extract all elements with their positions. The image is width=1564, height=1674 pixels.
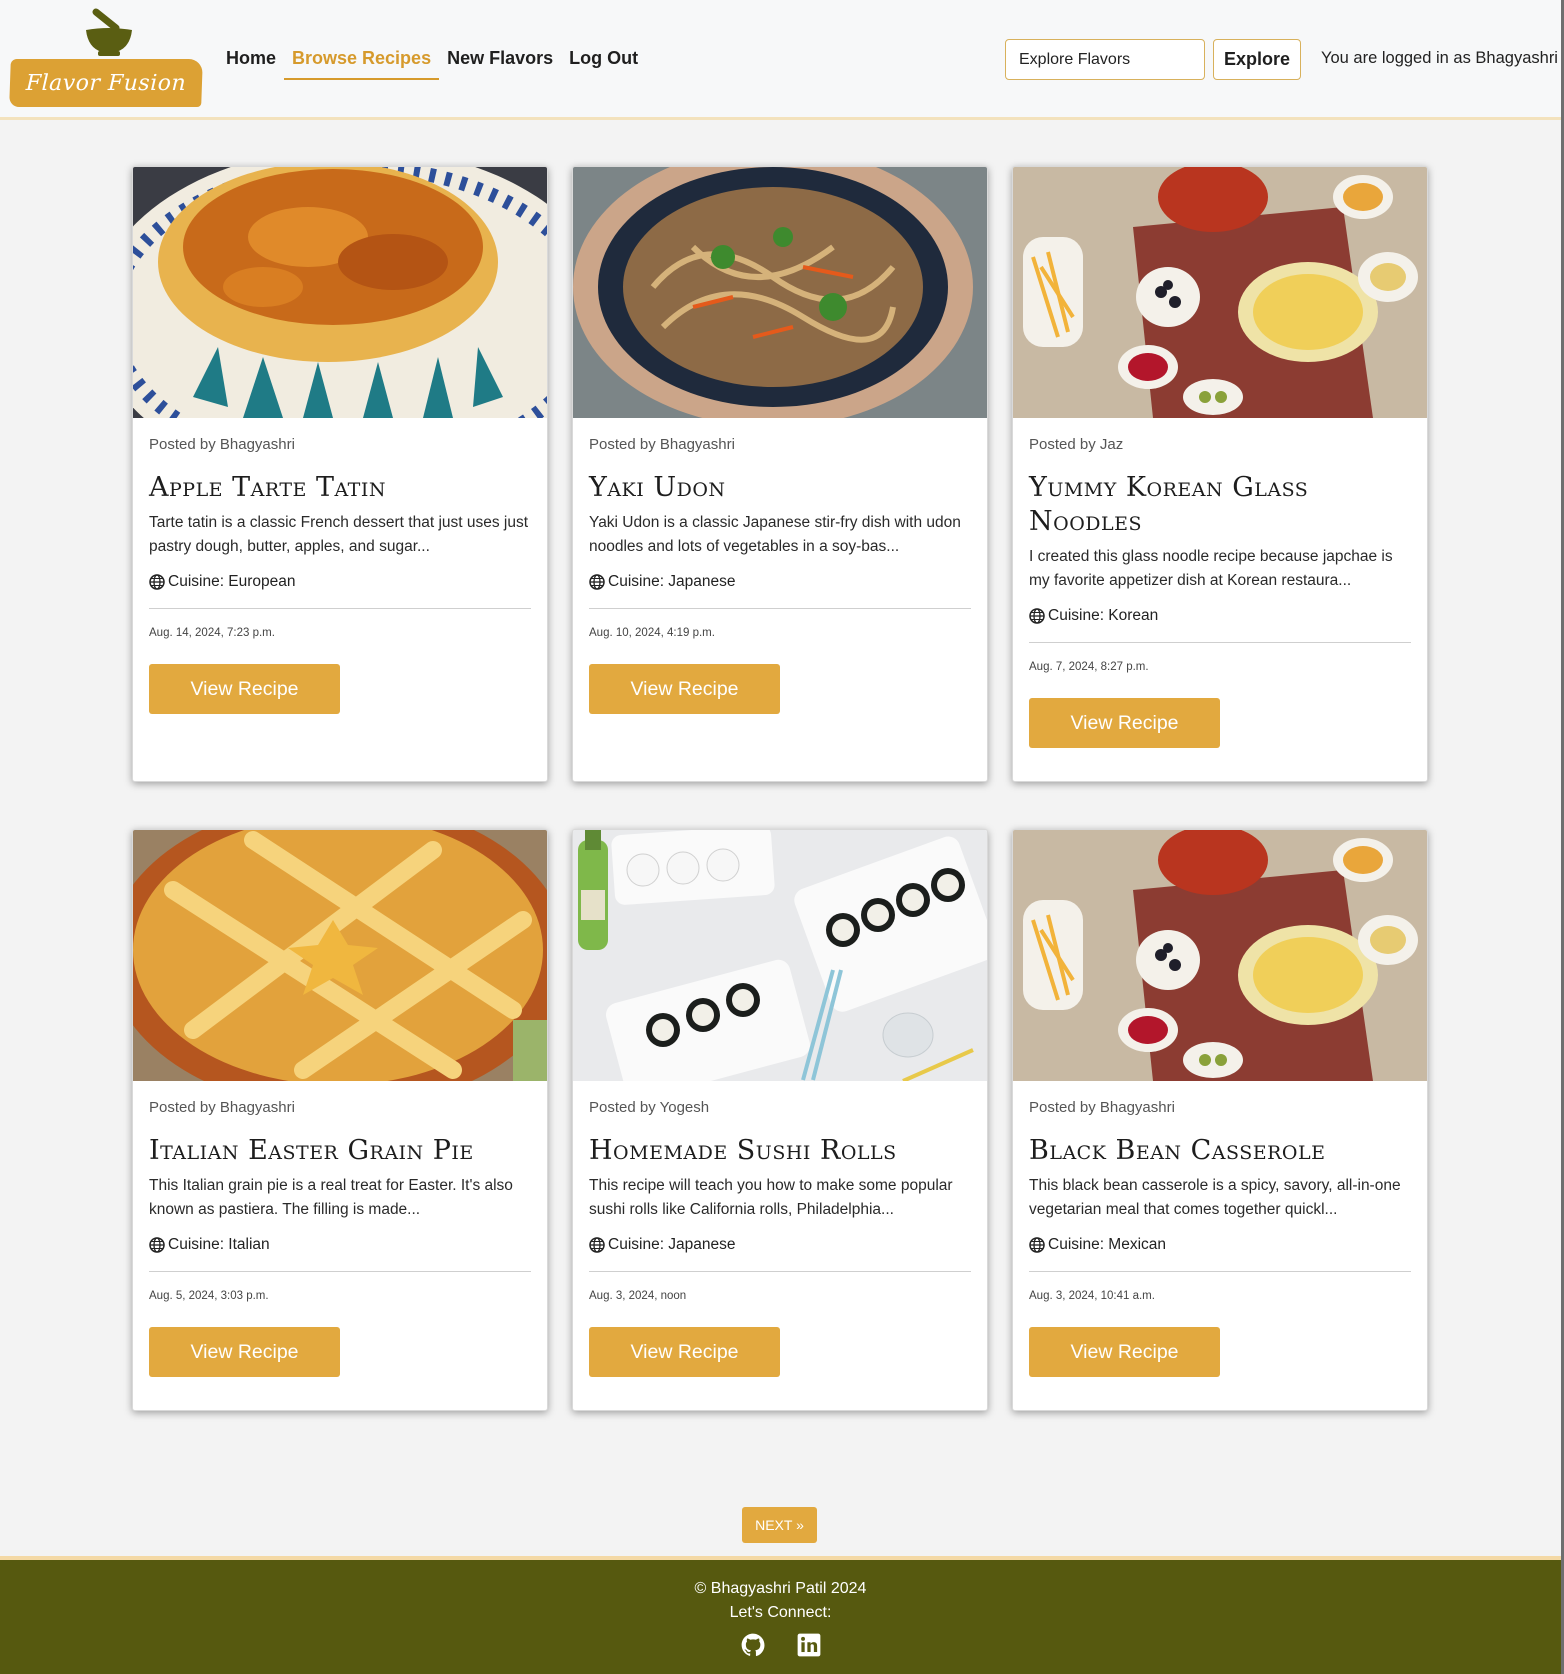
recipe-title: Yummy Korean Glass Noodles: [1029, 472, 1309, 537]
recipe-cuisine: Cuisine: Korean: [1029, 607, 1411, 625]
recipe-card: Posted by Yogesh Homemade Sushi Rolls Th…: [572, 829, 988, 1411]
recipe-description: This recipe will teach you how to make s…: [589, 1177, 953, 1218]
recipe-author: Posted by Jaz: [1029, 436, 1124, 453]
recipe-cuisine: Cuisine: Japanese: [589, 1236, 971, 1254]
nav-home[interactable]: Home: [218, 42, 284, 80]
recipe-cuisine: Cuisine: Japanese: [589, 573, 971, 591]
recipe-cuisine-label: Cuisine: European: [168, 573, 296, 590]
recipe-card: Posted by Bhagyashri Black Bean Casserol…: [1012, 829, 1428, 1411]
recipe-description: Tarte tatin is a classic French dessert …: [149, 514, 529, 555]
recipe-author: Posted by Yogesh: [589, 1099, 710, 1116]
nav-log-out[interactable]: Log Out: [561, 42, 646, 80]
recipe-image: [573, 167, 987, 418]
recipe-date: Aug. 3, 2024, noon: [589, 1290, 687, 1302]
recipe-title: Yaki Udon: [589, 472, 726, 503]
globe-icon: [589, 1237, 605, 1253]
recipe-image: [133, 167, 547, 418]
recipe-title: Italian Easter Grain Pie: [149, 1135, 474, 1166]
explore-button[interactable]: Explore: [1213, 39, 1301, 80]
view-recipe-button[interactable]: View Recipe: [1029, 698, 1220, 748]
card-divider: [1029, 642, 1411, 643]
recipe-image: [573, 830, 987, 1081]
site-footer: © Bhagyashri Patil 2024 Let's Connect:: [0, 1556, 1561, 1674]
recipe-author: Posted by Bhagyashri: [589, 436, 735, 453]
card-divider: [149, 608, 531, 609]
globe-icon: [1029, 608, 1045, 624]
recipe-card: Posted by Bhagyashri Apple Tarte Tatin T…: [132, 166, 548, 782]
recipe-cuisine: Cuisine: European: [149, 573, 531, 591]
github-icon[interactable]: [740, 1632, 766, 1658]
brand-name: Flavor Fusion: [25, 70, 187, 96]
recipe-title: Black Bean Casserole: [1029, 1135, 1326, 1166]
recipe-author: Posted by Bhagyashri: [149, 436, 295, 453]
recipe-author: Posted by Bhagyashri: [1029, 1099, 1175, 1116]
recipe-description: This black bean casserole is a spicy, sa…: [1029, 1177, 1401, 1218]
globe-icon: [589, 574, 605, 590]
recipe-date: Aug. 7, 2024, 8:27 p.m.: [1029, 661, 1149, 673]
globe-icon: [149, 1237, 165, 1253]
nav-browse-recipes[interactable]: Browse Recipes: [284, 42, 440, 80]
globe-icon: [1029, 1237, 1045, 1253]
recipe-cuisine-label: Cuisine: Korean: [1048, 607, 1159, 624]
recipe-title: Apple Tarte Tatin: [149, 472, 386, 503]
brand-logo[interactable]: Flavor Fusion: [9, 8, 204, 108]
view-recipe-button[interactable]: View Recipe: [149, 1327, 340, 1377]
view-recipe-button[interactable]: View Recipe: [149, 664, 340, 714]
recipe-cuisine-label: Cuisine: Italian: [168, 1236, 270, 1253]
recipe-author: Posted by Bhagyashri: [149, 1099, 295, 1116]
globe-icon: [149, 574, 165, 590]
view-recipe-button[interactable]: View Recipe: [589, 664, 780, 714]
top-navbar: Flavor Fusion Home Browse Recipes New Fl…: [0, 0, 1561, 120]
recipe-title: Homemade Sushi Rolls: [589, 1135, 897, 1166]
mortar-pestle-icon: [86, 8, 132, 56]
footer-copyright: © Bhagyashri Patil 2024: [694, 1580, 867, 1597]
recipe-card: Posted by Jaz Yummy Korean Glass Noodles…: [1012, 166, 1428, 782]
recipe-description: I created this glass noodle recipe becau…: [1029, 548, 1393, 589]
recipe-cuisine-label: Cuisine: Japanese: [608, 1236, 736, 1253]
recipe-date: Aug. 10, 2024, 4:19 p.m.: [589, 627, 715, 639]
next-page-button[interactable]: NEXT »: [742, 1507, 817, 1543]
main-nav: Home Browse Recipes New Flavors Log Out: [218, 42, 646, 80]
nav-new-flavors[interactable]: New Flavors: [439, 42, 561, 80]
recipe-date: Aug. 14, 2024, 7:23 p.m.: [149, 627, 275, 639]
footer-social-icons: [0, 1632, 1561, 1658]
login-status: You are logged in as Bhagyashri: [1321, 49, 1558, 67]
card-divider: [589, 1271, 971, 1272]
card-divider: [149, 1271, 531, 1272]
footer-connect-label: Let's Connect:: [729, 1604, 832, 1621]
recipe-date: Aug. 5, 2024, 3:03 p.m.: [149, 1290, 269, 1302]
search-input[interactable]: [1005, 39, 1205, 80]
recipe-cuisine-label: Cuisine: Mexican: [1048, 1236, 1167, 1253]
view-recipe-button[interactable]: View Recipe: [1029, 1327, 1220, 1377]
recipe-image: [133, 830, 547, 1081]
recipe-card: Posted by Bhagyashri Italian Easter Grai…: [132, 829, 548, 1411]
recipe-description: This Italian grain pie is a real treat f…: [149, 1177, 513, 1218]
card-divider: [1029, 1271, 1411, 1272]
recipe-image: [1013, 830, 1427, 1081]
linkedin-icon[interactable]: [796, 1632, 822, 1658]
view-recipe-button[interactable]: View Recipe: [589, 1327, 780, 1377]
brand-banner: Flavor Fusion: [9, 59, 203, 107]
recipe-cuisine-label: Cuisine: Japanese: [608, 573, 736, 590]
recipe-card: Posted by Bhagyashri Yaki Udon Yaki Udon…: [572, 166, 988, 782]
recipe-date: Aug. 3, 2024, 10:41 a.m.: [1029, 1290, 1155, 1302]
recipe-cuisine: Cuisine: Italian: [149, 1236, 531, 1254]
card-divider: [589, 608, 971, 609]
recipe-image: [1013, 167, 1427, 418]
recipe-cuisine: Cuisine: Mexican: [1029, 1236, 1411, 1254]
recipe-description: Yaki Udon is a classic Japanese stir-fry…: [589, 514, 961, 555]
